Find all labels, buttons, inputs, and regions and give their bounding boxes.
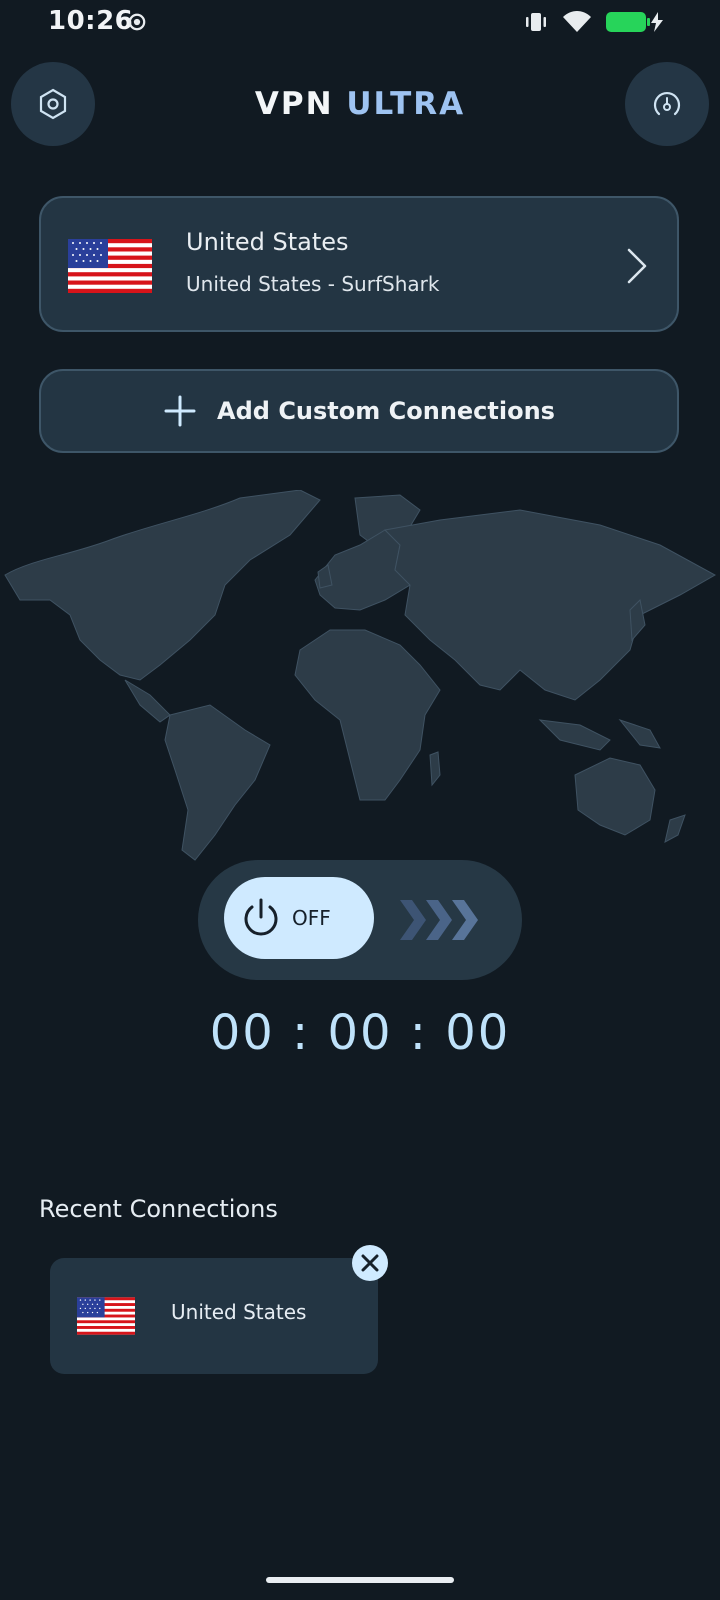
power-icon	[244, 898, 278, 936]
battery-group	[606, 12, 664, 32]
wifi-icon	[563, 11, 591, 32]
close-icon	[361, 1254, 379, 1272]
server-selector[interactable]: United States United States - SurfShark	[39, 196, 679, 332]
chevron-right-icon	[627, 248, 647, 284]
add-custom-label: Add Custom Connections	[217, 397, 555, 425]
title-vpn: VPN	[254, 86, 334, 122]
plus-icon	[164, 395, 196, 427]
app-title: VPN ULTRA	[0, 86, 720, 122]
speedometer-icon	[653, 92, 681, 116]
title-ultra: ULTRA	[346, 86, 466, 122]
speed-test-button[interactable]	[625, 62, 709, 146]
vpn-toggle[interactable]: OFF	[198, 860, 522, 980]
recent-connection-country: United States	[171, 1300, 307, 1324]
remove-recent-button[interactable]	[352, 1245, 388, 1281]
status-time: 10:26	[48, 6, 134, 36]
add-custom-connections-button[interactable]: Add Custom Connections	[39, 369, 679, 453]
server-country: United States	[186, 228, 349, 256]
recent-connections-title: Recent Connections	[39, 1195, 278, 1223]
toggle-state-label: OFF	[292, 906, 331, 930]
status-icons	[524, 10, 664, 34]
swipe-arrows-icon	[400, 900, 478, 940]
server-detail: United States - SurfShark	[186, 272, 440, 296]
us-flag-icon	[68, 239, 152, 293]
toggle-knob[interactable]: OFF	[224, 877, 374, 959]
world-map-image	[4, 490, 717, 861]
home-indicator[interactable]	[266, 1577, 454, 1583]
connection-timer: 00 : 00 : 00	[209, 1005, 511, 1061]
battery-icon	[606, 12, 650, 32]
charging-icon	[651, 12, 663, 32]
us-flag-icon	[77, 1297, 135, 1335]
recent-connection-item[interactable]: United States	[50, 1258, 378, 1374]
record-indicator-icon	[128, 13, 146, 31]
vibrate-icon	[526, 13, 546, 31]
